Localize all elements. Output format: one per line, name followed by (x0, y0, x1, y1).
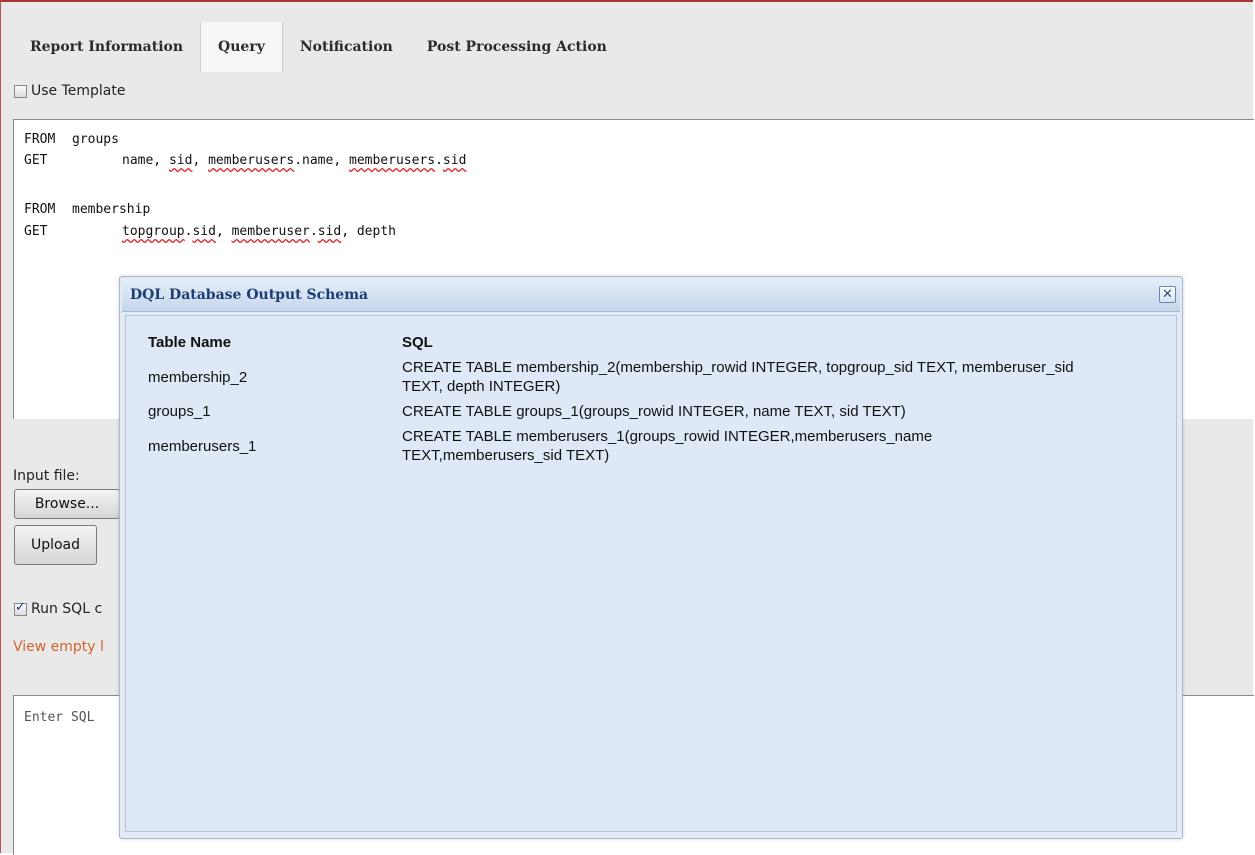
report-editor: Report Information Query Notification Po… (0, 0, 1254, 855)
query-keyword: FROM (24, 132, 56, 147)
query-token-misspelled: memberusers (208, 153, 295, 168)
sql-cell: CREATE TABLE groups_1(groups_rowid INTEG… (402, 403, 906, 420)
query-keyword: GET (24, 153, 48, 168)
query-line: GET name, sid, memberusers.name, memberus… (24, 153, 466, 168)
sql-cell: CREATE TABLE memberusers_1(groups_rowid … (402, 428, 933, 464)
close-icon[interactable]: ✕ (1159, 286, 1176, 303)
run-sql-label: Run SQL c (31, 601, 103, 617)
query-keyword: GET (24, 224, 48, 239)
schema-row: membership_2 CREATE TABLE membership_2(m… (148, 358, 1148, 396)
schema-row: groups_1 CREATE TABLE groups_1(groups_ro… (148, 402, 1148, 421)
query-token: .name, (294, 153, 349, 168)
query-line: FROM membership (24, 202, 150, 217)
query-token: , (215, 224, 232, 239)
use-template-label: Use Template (31, 83, 126, 99)
run-sql-option[interactable]: Run SQL c (14, 600, 103, 617)
query-keyword: FROM (24, 202, 56, 217)
sql-header: SQL (402, 334, 433, 351)
table-name-cell: membership_2 (148, 368, 248, 386)
browse-button[interactable]: Browse... (14, 489, 120, 519)
query-argument: groups (72, 132, 119, 147)
query-token-misspelled: memberuser (231, 224, 310, 239)
run-sql-checkbox[interactable] (14, 600, 27, 616)
query-token-misspelled: sid (168, 153, 193, 168)
query-token: . (435, 153, 443, 168)
dialog-body: Table Name SQL membership_2 CREATE TABLE… (125, 315, 1177, 832)
schema-row: memberusers_1 CREATE TABLE memberusers_1… (148, 427, 1148, 465)
query-token-misspelled: sid (317, 224, 342, 239)
schema-dialog: DQL Database Output Schema ✕ Table Name … (119, 276, 1183, 839)
table-name-cell: memberusers_1 (148, 437, 257, 455)
query-line: GET topgroup.sid, memberuser.sid, depth (24, 224, 396, 239)
view-empty-link[interactable]: View empty l (13, 639, 104, 655)
query-argument: membership (72, 202, 151, 217)
tab-bar: Report Information Query Notification Po… (13, 22, 1253, 72)
tab-post-processing-action[interactable]: Post Processing Action (410, 22, 624, 72)
query-token-misspelled: memberusers (349, 153, 436, 168)
sql-cell: CREATE TABLE membership_2(membership_row… (402, 359, 1074, 395)
query-token: name, (122, 153, 169, 168)
dialog-titlebar[interactable]: DQL Database Output Schema ✕ (122, 279, 1180, 312)
query-token: , depth (341, 224, 396, 239)
tab-notification[interactable]: Notification (283, 22, 410, 72)
sql-placeholder: Enter SQL (24, 710, 95, 725)
query-token-misspelled: sid (442, 153, 467, 168)
use-template-checkbox[interactable] (14, 84, 27, 98)
schema-header-row: Table Name SQL (148, 333, 1148, 352)
query-token: . (309, 224, 318, 239)
tab-report-information[interactable]: Report Information (13, 22, 200, 72)
input-file-label: Input file: (13, 468, 80, 484)
upload-button[interactable]: Upload (14, 525, 97, 565)
schema-table: Table Name SQL membership_2 CREATE TABLE… (148, 333, 1148, 471)
dialog-title: DQL Database Output Schema (130, 287, 369, 303)
tab-query[interactable]: Query (200, 22, 283, 72)
query-token-misspelled: sid (192, 224, 216, 239)
table-name-cell: groups_1 (148, 403, 211, 420)
query-token: , (192, 153, 209, 168)
use-template-option[interactable]: Use Template (14, 83, 126, 99)
table-name-header: Table Name (148, 334, 232, 351)
query-token-misspelled: topgroup (122, 224, 185, 239)
query-line: FROM groups (24, 132, 119, 147)
